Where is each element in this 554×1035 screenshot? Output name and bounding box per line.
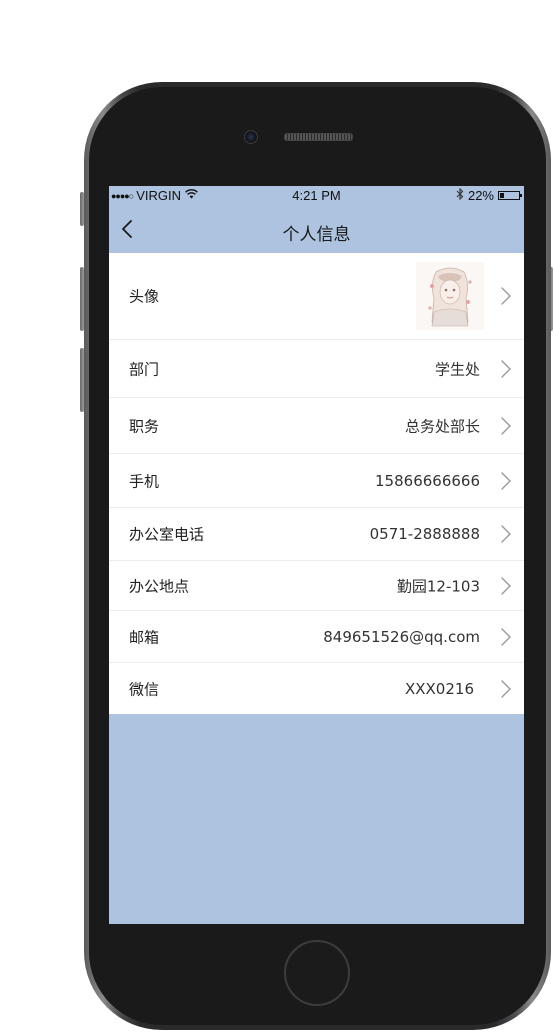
- row-label: 职务: [129, 417, 160, 435]
- row-office-phone[interactable]: 办公室电话 0571-2888888: [109, 508, 524, 561]
- screen: ●●●●○ VIRGIN 4:21 PM 22% 个人信息 头像 部门 学生处 …: [109, 186, 524, 924]
- chevron-right-icon: [501, 471, 511, 490]
- battery-percent: 22%: [467, 188, 494, 203]
- row-position[interactable]: 职务 总务处部长: [109, 398, 524, 454]
- row-label: 头像: [129, 287, 160, 306]
- home-button[interactable]: [284, 940, 350, 1006]
- status-right: 22%: [456, 187, 522, 203]
- row-label: 邮箱: [129, 628, 160, 646]
- row-value: 849651526@qq.com: [323, 627, 480, 646]
- row-mobile[interactable]: 手机 15866666666: [109, 454, 524, 508]
- page-title: 个人信息: [282, 225, 351, 245]
- row-label: 手机: [129, 472, 160, 490]
- row-avatar[interactable]: 头像: [109, 253, 524, 340]
- row-email[interactable]: 邮箱 849651526@qq.com: [109, 611, 524, 663]
- battery-icon: [498, 191, 522, 200]
- chevron-right-icon: [501, 576, 511, 595]
- row-value: 0571-2888888: [369, 525, 480, 543]
- avatar[interactable]: [416, 262, 484, 330]
- row-label: 部门: [129, 360, 160, 378]
- row-wechat[interactable]: 微信 XXX0216: [109, 663, 524, 714]
- row-label: 办公室电话: [129, 525, 205, 544]
- row-value: 总务处部长: [404, 417, 480, 435]
- stage: ●●●●○ VIRGIN 4:21 PM 22% 个人信息 头像 部门 学生处 …: [0, 0, 554, 1035]
- chevron-right-icon: [501, 525, 511, 543]
- row-department[interactable]: 部门 学生处: [109, 340, 524, 398]
- nav-bar: 个人信息: [109, 206, 524, 253]
- front-camera: [244, 130, 258, 144]
- chevron-right-icon: [501, 287, 511, 305]
- row-value: 勤园12-103: [396, 577, 480, 595]
- bluetooth-icon: [456, 187, 464, 203]
- chevron-right-icon: [501, 627, 511, 646]
- battery-level: [500, 193, 504, 198]
- row-label: 办公地点: [129, 577, 190, 595]
- status-bar: ●●●●○ VIRGIN 4:21 PM 22%: [109, 186, 524, 206]
- row-value: 学生处: [434, 360, 480, 378]
- profile-list: 头像 部门 学生处 职务 总务处部长 手机 15866666666 办公室电话 …: [109, 253, 524, 714]
- row-value: XXX0216: [404, 679, 474, 698]
- chevron-right-icon: [501, 679, 511, 698]
- chevron-right-icon: [501, 359, 511, 378]
- row-value: 15866666666: [375, 471, 480, 490]
- row-label: 微信: [129, 680, 160, 698]
- row-office-location[interactable]: 办公地点 勤园12-103: [109, 561, 524, 611]
- earpiece-speaker: [284, 133, 353, 141]
- chevron-right-icon: [501, 416, 511, 435]
